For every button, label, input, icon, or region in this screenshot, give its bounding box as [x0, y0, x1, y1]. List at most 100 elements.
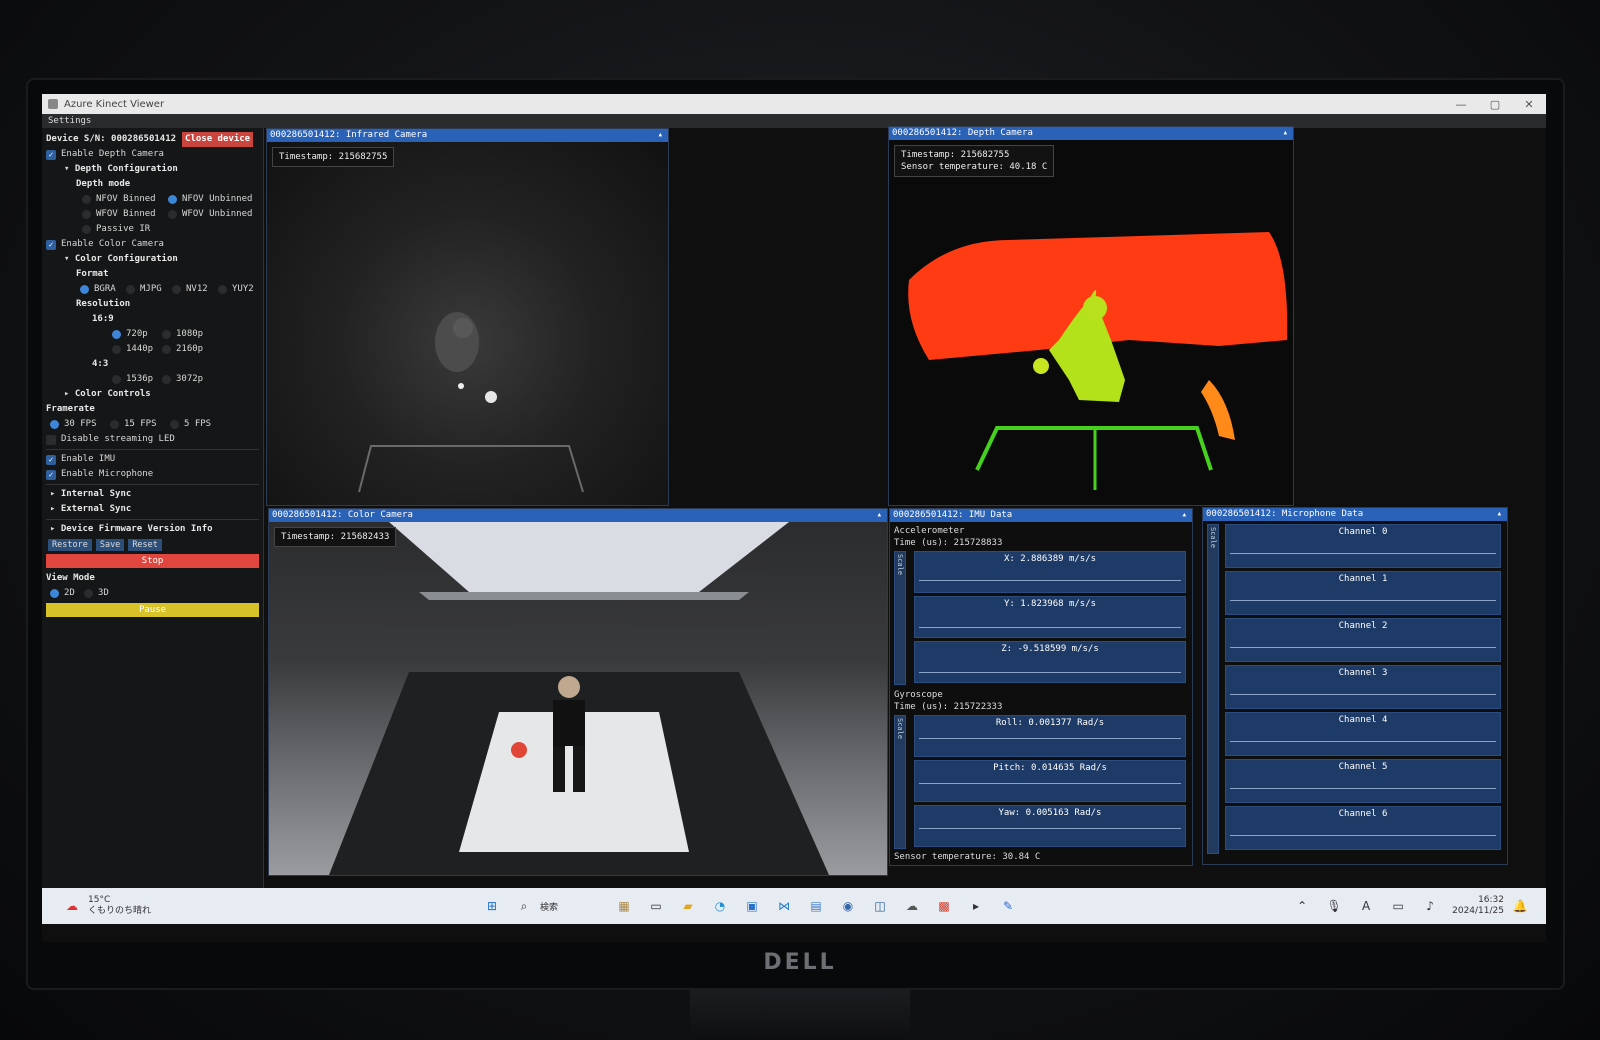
minimize-button[interactable]: —: [1444, 98, 1478, 111]
mic-scale-slider[interactable]: Scale: [1207, 524, 1219, 854]
wfov-unbinned-radio[interactable]: [168, 210, 177, 219]
network-icon[interactable]: ▭: [1387, 895, 1409, 917]
enable-color-checkbox[interactable]: ✓: [46, 239, 56, 250]
microphone-data-window[interactable]: 000286501412: Microphone Data ▴ Scale Cha…: [1202, 507, 1508, 865]
res-1440p-radio[interactable]: [112, 345, 121, 354]
onedrive-icon[interactable]: ☁: [901, 895, 923, 917]
widgets-icon[interactable]: ▦: [613, 895, 635, 917]
pen-icon[interactable]: ✎: [997, 895, 1019, 917]
passive-ir-radio[interactable]: [82, 225, 91, 234]
nv12-label: NV12: [186, 284, 208, 294]
view-3d-radio[interactable]: [84, 589, 93, 598]
kinect-viewer-icon[interactable]: ▩: [933, 895, 955, 917]
clock[interactable]: 16:32 2024/11/25: [1452, 895, 1504, 917]
save-button[interactable]: Save: [95, 538, 125, 551]
mic-title-bar[interactable]: 000286501412: Microphone Data ▴: [1203, 508, 1507, 521]
firmware-chevron-icon[interactable]: ▸: [50, 522, 61, 537]
window-pin-icon[interactable]: ▴: [1182, 509, 1187, 522]
wfov-binned-radio[interactable]: [82, 210, 91, 219]
volume-icon[interactable]: ♪: [1419, 895, 1441, 917]
restore-button[interactable]: Restore: [48, 538, 92, 551]
infrared-camera-window[interactable]: 000286501412: Infrared Camera ▴ Timestamp…: [266, 128, 669, 506]
bgra-radio[interactable]: [80, 285, 89, 294]
imu-title-bar[interactable]: 000286501412: IMU Data ▴: [890, 509, 1192, 522]
notepad-icon[interactable]: ▤: [805, 895, 827, 917]
enable-mic-checkbox[interactable]: ✓: [46, 469, 56, 480]
depth-config-header[interactable]: Depth Configuration: [75, 162, 178, 177]
fps-30-radio[interactable]: [50, 420, 59, 429]
depth-config-chevron-icon[interactable]: ▾: [64, 162, 75, 177]
enable-imu-checkbox[interactable]: ✓: [46, 454, 56, 465]
reset-button[interactable]: Reset: [128, 538, 162, 551]
vscode-icon[interactable]: ⋈: [773, 895, 795, 917]
color-config-header[interactable]: Color Configuration: [75, 252, 178, 267]
color-controls-header[interactable]: Color Controls: [75, 387, 151, 402]
color-camera-window[interactable]: 000286501412: Color Camera ▴ Timestamp: 2…: [268, 508, 888, 876]
close-window-button[interactable]: ✕: [1512, 98, 1546, 111]
res-1080p-radio[interactable]: [162, 330, 171, 339]
gyro-scale-slider[interactable]: Scale: [894, 715, 906, 849]
imu-data-window[interactable]: 000286501412: IMU Data ▴ Accelerometer Ti…: [889, 508, 1193, 866]
weather-widget[interactable]: ☁ 15°C くもりのち晴れ: [56, 895, 216, 917]
res-2160p-radio[interactable]: [162, 345, 171, 354]
yuy2-radio[interactable]: [218, 285, 227, 294]
stop-button[interactable]: Stop: [46, 554, 259, 568]
gamepad-icon[interactable]: ◉: [837, 895, 859, 917]
fps-15-radio[interactable]: [110, 420, 119, 429]
menu-settings[interactable]: Settings: [48, 116, 91, 126]
fps-5-radio[interactable]: [170, 420, 179, 429]
internal-sync-chevron-icon[interactable]: ▸: [50, 487, 61, 502]
disable-led-checkbox[interactable]: [46, 434, 56, 445]
window-pin-icon[interactable]: ▴: [1283, 127, 1288, 140]
view-2d-radio[interactable]: [50, 589, 59, 598]
gyro-yaw-trace: [919, 828, 1181, 829]
color-title-bar[interactable]: 000286501412: Color Camera ▴: [269, 509, 887, 522]
res-720p-label: 720p: [126, 329, 148, 339]
accel-scale-slider[interactable]: Scale: [894, 551, 906, 685]
terminal-icon[interactable]: ▸: [965, 895, 987, 917]
search-icon: ⌕: [520, 898, 528, 913]
screen: Azure Kinect Viewer — ▢ ✕ Settings Devic…: [42, 94, 1546, 942]
bgra-label: BGRA: [94, 284, 116, 294]
color-controls-chevron-icon[interactable]: ▸: [64, 387, 75, 402]
format-label: Format: [76, 269, 109, 279]
pause-button[interactable]: Pause: [46, 603, 259, 617]
accelerometer-time: Time (us): 215728833: [894, 538, 1003, 548]
chevron-up-icon[interactable]: ⌃: [1291, 895, 1313, 917]
screen-bottom-edge: [42, 924, 1546, 942]
task-view-icon[interactable]: ▭: [645, 895, 667, 917]
window-pin-icon[interactable]: ▴: [1497, 508, 1502, 521]
infrared-title-bar[interactable]: 000286501412: Infrared Camera ▴: [267, 129, 668, 142]
close-device-button[interactable]: Close device: [182, 132, 254, 147]
accel-x-trace: [919, 580, 1181, 581]
enable-depth-checkbox[interactable]: ✓: [46, 149, 56, 160]
firmware-info-header[interactable]: Device Firmware Version Info: [61, 522, 213, 537]
internal-sync-header[interactable]: Internal Sync: [61, 487, 131, 502]
window-pin-icon[interactable]: ▴: [877, 509, 882, 522]
nv12-radio[interactable]: [172, 285, 181, 294]
depth-camera-window[interactable]: 000286501412: Depth Camera ▴ Timestamp: 2…: [888, 126, 1294, 506]
search-box[interactable]: ⌕ 検索: [508, 895, 608, 917]
start-icon[interactable]: ⊞: [481, 895, 503, 917]
mjpg-radio[interactable]: [126, 285, 135, 294]
maximize-button[interactable]: ▢: [1478, 98, 1512, 111]
color-config-chevron-icon[interactable]: ▾: [64, 252, 75, 267]
edge-browser-icon[interactable]: ◔: [709, 895, 731, 917]
taskbar: ☁ 15°C くもりのち晴れ ⊞ ⌕ 検索 ▦ ▭ ▰ ◔ ▣ ⋈ ▤ ◉ ◫ …: [42, 888, 1546, 924]
file-explorer-icon[interactable]: ▰: [677, 895, 699, 917]
store-icon[interactable]: ▣: [741, 895, 763, 917]
window-pin-icon[interactable]: ▴: [658, 129, 663, 142]
microphone-icon[interactable]: 🎙: [1323, 895, 1345, 917]
clock-date: 2024/11/25: [1452, 906, 1504, 916]
nfov-binned-radio[interactable]: [82, 195, 91, 204]
depth-title-bar[interactable]: 000286501412: Depth Camera ▴: [889, 127, 1293, 140]
nfov-unbinned-radio[interactable]: [168, 195, 177, 204]
external-sync-chevron-icon[interactable]: ▸: [50, 502, 61, 517]
external-sync-header[interactable]: External Sync: [61, 502, 131, 517]
notification-bell-icon[interactable]: 🔔: [1509, 895, 1531, 917]
res-3072p-radio[interactable]: [162, 375, 171, 384]
res-1536p-radio[interactable]: [112, 375, 121, 384]
ime-icon[interactable]: A: [1355, 895, 1377, 917]
sandbox-icon[interactable]: ◫: [869, 895, 891, 917]
res-720p-radio[interactable]: [112, 330, 121, 339]
